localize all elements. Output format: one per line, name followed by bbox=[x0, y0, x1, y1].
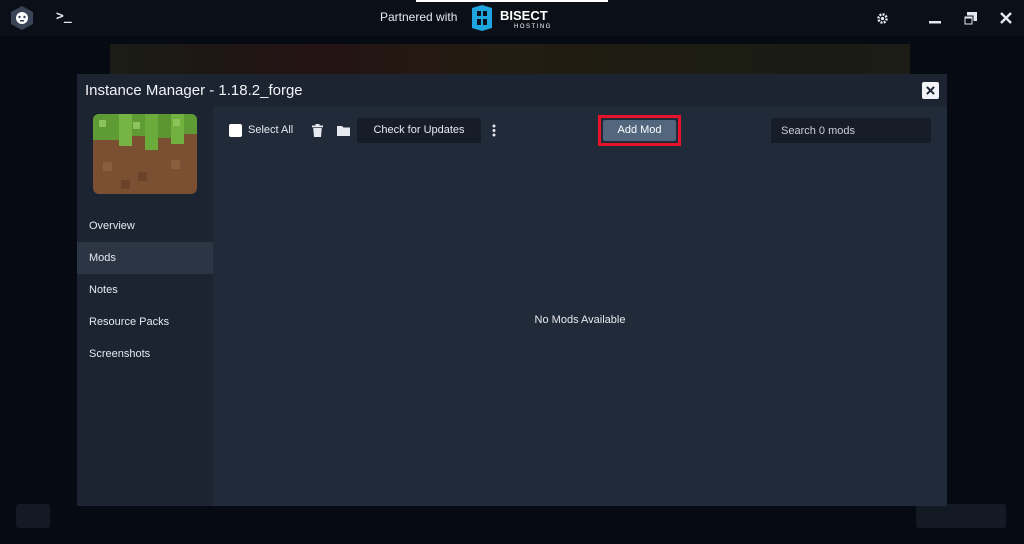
modal-close-button[interactable] bbox=[922, 82, 939, 99]
partner-label: Partnered with bbox=[380, 10, 458, 24]
search-mods-input[interactable] bbox=[771, 118, 931, 143]
trash-icon[interactable] bbox=[309, 121, 325, 139]
background-button bbox=[916, 504, 1006, 528]
folder-icon[interactable] bbox=[335, 121, 351, 139]
close-window-icon[interactable] bbox=[997, 9, 1015, 27]
restore-window-icon[interactable] bbox=[961, 9, 979, 27]
top-accent-bar bbox=[416, 0, 608, 2]
title-bar: >_ Partnered with BISECT HOSTING bbox=[0, 0, 1024, 36]
background-button bbox=[16, 504, 50, 528]
close-icon bbox=[926, 86, 935, 95]
sidebar-item-screenshots[interactable]: Screenshots bbox=[77, 338, 213, 370]
terminal-icon[interactable]: >_ bbox=[56, 9, 76, 27]
add-mod-button[interactable]: Add Mod bbox=[603, 120, 676, 141]
bisect-brand-subtext: HOSTING bbox=[514, 24, 552, 30]
bisect-brand-text: BISECT bbox=[500, 8, 548, 23]
app-logo-icon[interactable] bbox=[9, 5, 35, 31]
minecraft-grass-block-image bbox=[93, 114, 197, 194]
select-all-label[interactable]: Select All bbox=[248, 124, 293, 136]
empty-state-message: No Mods Available bbox=[534, 314, 626, 326]
select-all-checkbox[interactable] bbox=[229, 124, 242, 137]
sidebar-item-notes[interactable]: Notes bbox=[77, 274, 213, 306]
bisect-hosting-logo[interactable]: BISECT HOSTING bbox=[470, 5, 570, 31]
settings-gear-icon[interactable] bbox=[873, 9, 891, 27]
background-content bbox=[110, 44, 910, 74]
modal-header: Instance Manager - 1.18.2_forge bbox=[77, 74, 947, 106]
sidebar-item-overview[interactable]: Overview bbox=[77, 210, 213, 242]
instance-manager-modal: Instance Manager - 1.18.2_forge Overview… bbox=[77, 74, 947, 506]
sidebar-item-resource-packs[interactable]: Resource Packs bbox=[77, 306, 213, 338]
more-options-icon[interactable] bbox=[486, 121, 502, 139]
modal-title: Instance Manager - 1.18.2_forge bbox=[85, 82, 303, 99]
mods-panel: Select All Check for Updates Add Mod Sea… bbox=[213, 106, 947, 506]
sidebar-item-mods[interactable]: Mods bbox=[77, 242, 213, 274]
minimize-icon[interactable] bbox=[926, 9, 944, 27]
modal-sidebar: Overview Mods Notes Resource Packs Scree… bbox=[77, 106, 213, 506]
check-for-updates-button[interactable]: Check for Updates bbox=[357, 118, 481, 143]
